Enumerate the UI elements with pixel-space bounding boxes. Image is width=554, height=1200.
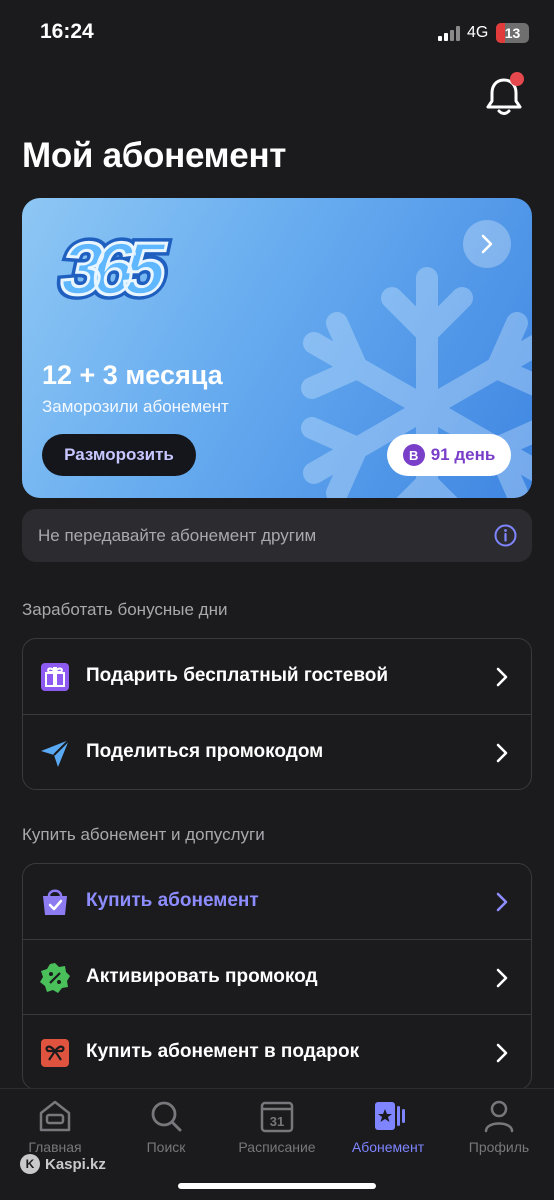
svg-text:365: 365: [54, 227, 174, 310]
activate-promocode-label: Активировать промокод: [86, 966, 318, 987]
tab-membership[interactable]: Абонемент: [333, 1089, 443, 1155]
share-promocode-label: Поделиться промокодом: [86, 741, 324, 762]
sharing-notice: Не передавайте абонемент другим: [22, 509, 532, 562]
tab-profile[interactable]: Профиль: [444, 1089, 554, 1155]
logo-365-icon: 365 365: [49, 222, 179, 312]
send-icon: [41, 739, 70, 767]
profile-icon: [484, 1100, 514, 1133]
battery-icon: 13: [496, 23, 529, 43]
gift-icon: [41, 663, 69, 691]
chevron-right-icon: [496, 743, 508, 763]
buy-membership-item[interactable]: Купить абонемент: [23, 864, 531, 939]
home-icon: [39, 1100, 71, 1132]
tab-profile-label: Профиль: [468, 1139, 530, 1155]
shopping-bag-icon: [43, 889, 67, 915]
calendar-icon: 31: [260, 1101, 294, 1133]
chevron-right-icon: [496, 1043, 508, 1063]
search-icon: [151, 1101, 182, 1132]
activate-promocode-item[interactable]: Активировать промокод: [23, 939, 531, 1014]
gift-guest-item[interactable]: Подарить бесплатный гостевой: [23, 639, 531, 714]
tab-search[interactable]: Поиск: [111, 1089, 221, 1155]
gift-box-icon: [41, 1039, 69, 1067]
share-promocode-item[interactable]: Поделиться промокодом: [23, 714, 531, 789]
watermark-text: Kaspi.kz: [45, 1155, 106, 1173]
card-open-button[interactable]: [463, 220, 511, 268]
days-badge-letter: В: [402, 444, 425, 466]
kaspi-logo-icon: K: [20, 1154, 40, 1174]
tab-home[interactable]: Главная: [0, 1089, 110, 1155]
gift-membership-label: Купить абонемент в подарок: [86, 1041, 360, 1062]
network-type: 4G: [467, 24, 489, 41]
home-indicator[interactable]: [178, 1183, 376, 1189]
membership-status: Заморозили абонемент: [42, 397, 229, 416]
page-title: Мой абонемент: [22, 136, 287, 175]
status-bar: 16:24 4G 13: [0, 0, 554, 66]
membership-term: 12 + 3 месяца: [42, 360, 223, 390]
days-remaining-label: 91 день: [430, 445, 496, 464]
percent-badge-icon: [40, 963, 70, 993]
battery-level: 13: [504, 25, 521, 41]
unfreeze-button[interactable]: Разморозить: [42, 434, 196, 476]
tab-membership-label: Абонемент: [351, 1139, 425, 1155]
tab-schedule-label: Расписание: [238, 1139, 316, 1155]
notification-dot: [510, 72, 524, 86]
signal-icon: [438, 26, 460, 41]
buy-list: Купить абонемент Активировать промокод К…: [22, 863, 532, 1090]
days-remaining-badge: В 91 день: [387, 434, 511, 476]
calendar-icon-day: 31: [270, 1114, 284, 1129]
membership-card[interactable]: 365 365 12 + 3 месяца Заморозили абонеме…: [22, 198, 532, 498]
gift-membership-item[interactable]: Купить абонемент в подарок: [23, 1014, 531, 1089]
info-icon[interactable]: [494, 524, 517, 547]
chevron-right-icon: [496, 667, 508, 687]
tab-home-label: Главная: [28, 1139, 82, 1155]
chevron-right-icon: [496, 892, 508, 912]
tab-search-label: Поиск: [146, 1139, 186, 1155]
chevron-right-icon: [496, 968, 508, 988]
gift-guest-label: Подарить бесплатный гостевой: [86, 665, 389, 686]
notice-text: Не передавайте абонемент другим: [38, 526, 317, 545]
buy-membership-label: Купить абонемент: [86, 890, 259, 911]
bonus-list: Подарить бесплатный гостевой Поделиться …: [22, 638, 532, 790]
notifications-button[interactable]: [482, 72, 526, 118]
chevron-right-icon: [481, 234, 493, 254]
bonus-section-title: Заработать бонусные дни: [22, 600, 228, 619]
tab-schedule[interactable]: 31 Расписание: [222, 1089, 332, 1155]
buy-section-title: Купить абонемент и допуслуги: [22, 825, 265, 844]
status-time: 16:24: [40, 20, 94, 43]
watermark: K Kaspi.kz: [20, 1154, 106, 1174]
membership-icon: [375, 1102, 405, 1130]
